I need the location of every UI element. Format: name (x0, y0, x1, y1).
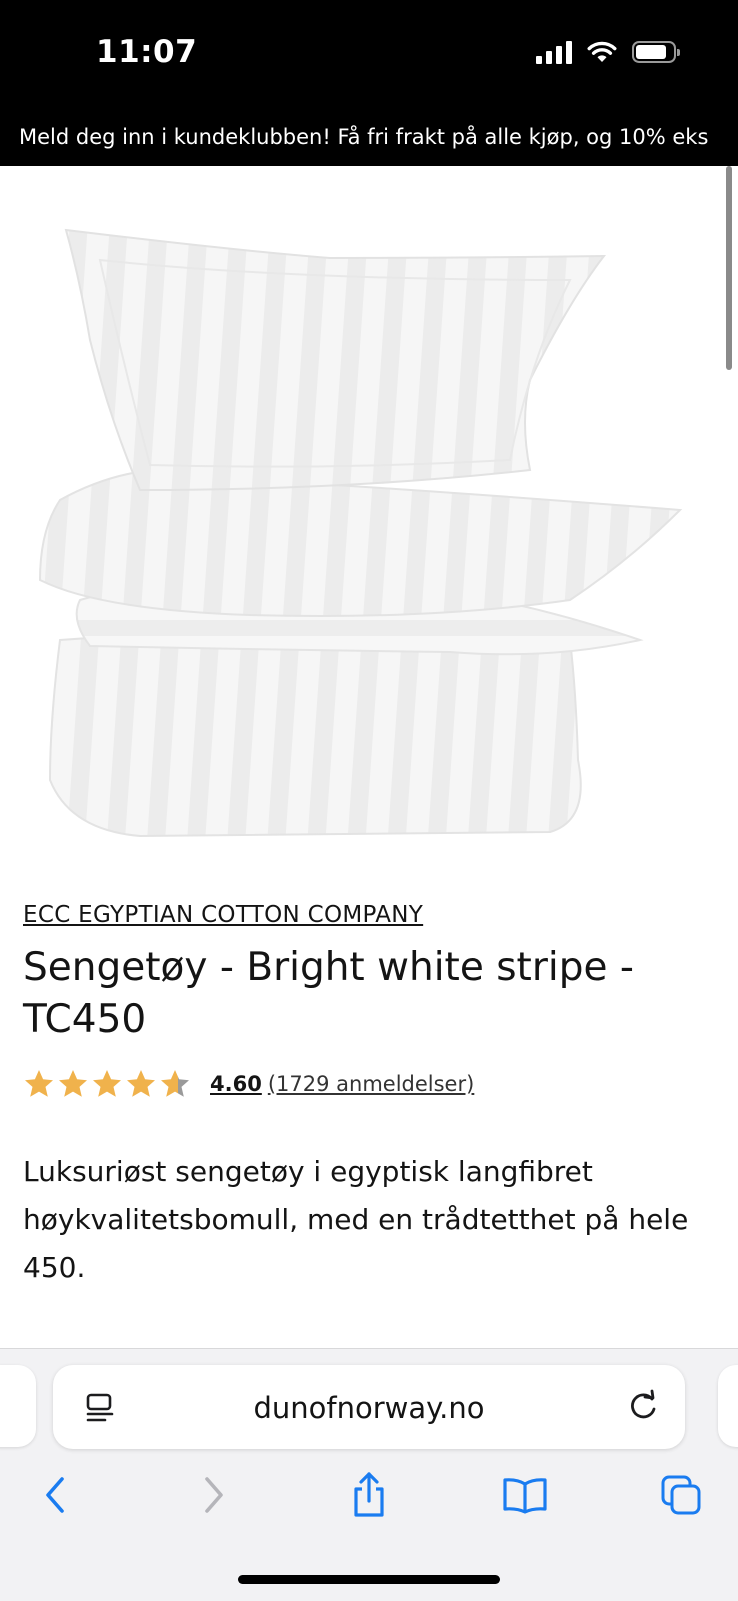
product-image[interactable] (30, 220, 710, 860)
previous-tab-preview[interactable] (0, 1365, 36, 1447)
forward-button[interactable] (184, 1465, 244, 1525)
rating-row[interactable]: 4.60 (1729 anmeldelser) (23, 1068, 474, 1100)
wifi-icon (587, 41, 617, 62)
next-tab-preview[interactable] (718, 1365, 738, 1447)
tabs-button[interactable] (651, 1465, 711, 1525)
star-rating (23, 1068, 191, 1100)
cellular-signal-icon (536, 40, 572, 64)
star-icon (59, 1070, 87, 1097)
product-title: Sengetøy - Bright white stripe - TC450 (23, 945, 634, 1042)
star-icon (161, 1070, 189, 1097)
share-icon (354, 1472, 384, 1517)
status-bar: 11:07 (0, 0, 738, 112)
status-icons (536, 40, 680, 64)
announcement-bar[interactable]: Meld deg inn i kundeklubben! Få fri frak… (0, 112, 738, 166)
product-description: Luksuriøst sengetøy i egyptisk langfibre… (23, 1155, 689, 1284)
review-count-link[interactable]: (1729 anmeldelser) (268, 1072, 474, 1096)
browser-bottom-bar: dunofnorway.no (0, 1348, 738, 1601)
reload-icon[interactable] (625, 1389, 661, 1425)
rating-value[interactable]: 4.60 (210, 1072, 262, 1096)
star-icon (25, 1070, 53, 1097)
bookmarks-button[interactable] (495, 1465, 555, 1525)
home-indicator (238, 1575, 500, 1584)
star-icon (93, 1070, 121, 1097)
announcement-text: Meld deg inn i kundeklubben! Få fri frak… (19, 125, 709, 149)
star-icon (127, 1070, 155, 1097)
page-content[interactable]: ECC EGYPTIAN COTTON COMPANY Sengetøy - B… (0, 166, 738, 1348)
scroll-indicator (726, 166, 732, 370)
status-time: 11:07 (96, 34, 198, 70)
address-bar[interactable]: dunofnorway.no (53, 1365, 685, 1449)
brand-link[interactable]: ECC EGYPTIAN COTTON COMPANY (23, 902, 423, 928)
book-icon (503, 1478, 547, 1514)
tabs-icon (661, 1475, 701, 1515)
share-button[interactable] (339, 1465, 399, 1525)
back-button[interactable] (25, 1465, 85, 1525)
chevron-right-icon (205, 1477, 223, 1513)
battery-icon (632, 41, 680, 63)
browser-toolbar (0, 1465, 738, 1531)
chevron-left-icon (46, 1477, 64, 1513)
url-text[interactable]: dunofnorway.no (53, 1391, 685, 1425)
